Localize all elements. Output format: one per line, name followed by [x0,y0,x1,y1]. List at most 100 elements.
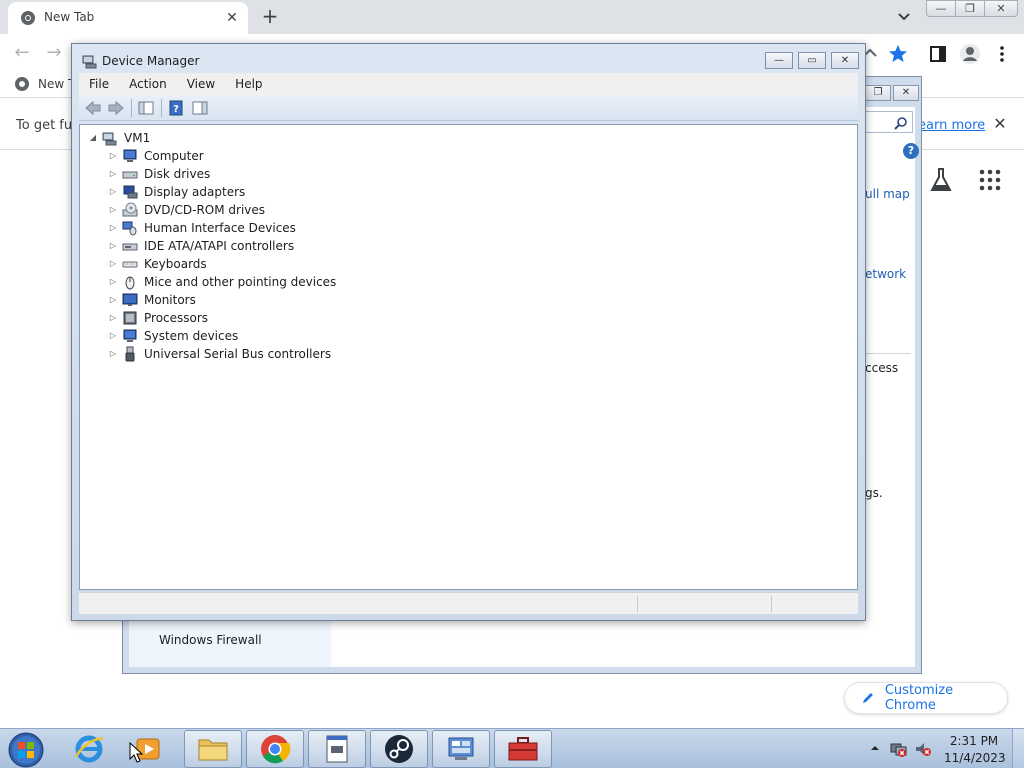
tree-node-display-adapters[interactable]: ▷ Display adapters [108,183,245,201]
tree-node-disk-drives[interactable]: ▷ Disk drives [108,165,210,183]
tab-search-chevron-icon[interactable] [894,8,914,26]
bg-search-box[interactable] [865,111,913,133]
internet-explorer-taskbar-button[interactable] [60,730,118,768]
node-label: Mice and other pointing devices [144,275,337,289]
file-explorer-taskbar-button[interactable] [184,730,242,768]
windows-firewall-link[interactable]: Windows Firewall [159,633,262,647]
disk-drive-icon [122,171,138,179]
node-label: DVD/CD-ROM drives [144,203,266,217]
toolbox-taskbar-button[interactable] [494,730,552,768]
start-orb-icon[interactable] [6,731,46,768]
clock-date[interactable]: 11/4/2023 [944,751,1006,765]
back-arrow-icon[interactable]: ← [10,42,34,66]
status-bar [79,592,858,614]
tab-strip: New Tab ✕ + — ❐ ✕ [0,0,1024,34]
folder-icon [198,739,228,761]
collapse-triangle-icon[interactable]: ◢ [88,133,98,143]
tree-node-keyboards[interactable]: ▷ Keyboards [108,255,207,273]
tree-node-monitors[interactable]: ▷ Monitors [108,291,196,309]
back-icon[interactable] [84,99,102,117]
bg-restore-icon[interactable]: ❐ [865,85,891,101]
tree-node-usb-controllers[interactable]: ▷ Universal Serial Bus controllers [108,345,331,363]
expand-triangle-icon[interactable]: ▷ [108,295,118,305]
tree-node-processors[interactable]: ▷ Processors [108,309,208,327]
node-label: Processors [144,311,209,325]
notepad-taskbar-button[interactable] [308,730,366,768]
control-panel-taskbar-button[interactable] [432,730,490,768]
bg-divider [865,353,911,354]
bookmark-star-icon[interactable] [886,42,910,66]
steam-taskbar-button[interactable] [370,730,428,768]
restore-icon[interactable]: ❐ [955,0,985,17]
tree-root-node[interactable]: ◢ VM1 [88,129,150,147]
expand-triangle-icon[interactable]: ▷ [108,205,118,215]
close-tab-icon[interactable]: ✕ [222,8,242,28]
show-hidden-icons-icon[interactable] [870,743,880,753]
infobar-close-icon[interactable]: ✕ [990,114,1010,134]
show-hide-console-tree-icon[interactable] [137,99,155,117]
expand-triangle-icon[interactable]: ▷ [108,187,118,197]
root-label: VM1 [124,131,151,145]
expand-triangle-icon[interactable]: ▷ [108,241,118,251]
tree-node-system-devices[interactable]: ▷ System devices [108,327,238,345]
dm-minimize-icon[interactable]: — [765,52,793,69]
network-error-icon[interactable] [890,741,908,757]
bg-close-icon[interactable]: ✕ [893,85,919,101]
steam-icon [385,735,413,763]
help-book-icon[interactable]: ? [167,99,185,117]
chrome-labs-flask-icon[interactable] [928,166,954,194]
bookmark-item[interactable]: New T [14,76,75,92]
learn-more-link[interactable]: earn more [918,118,985,133]
close-window-icon[interactable]: ✕ [984,0,1018,17]
forward-icon[interactable] [107,99,125,117]
profile-avatar-icon[interactable] [958,42,982,66]
node-label: Computer [144,149,204,163]
volume-muted-icon[interactable] [914,741,932,757]
media-player-taskbar-button[interactable] [118,730,176,768]
dm-toolbar: ? [79,95,858,121]
help-icon[interactable]: ? [903,143,919,159]
expand-triangle-icon[interactable]: ▷ [108,259,118,269]
expand-triangle-icon[interactable]: ▷ [108,331,118,341]
chrome-taskbar-button[interactable] [246,730,304,768]
customize-chrome-button[interactable]: Customize Chrome [844,682,1008,714]
tree-node-computer[interactable]: ▷ Computer [108,147,204,165]
side-panel-icon[interactable] [926,42,950,66]
node-label: System devices [144,329,239,343]
tree-node-ide-controllers[interactable]: ▷ IDE ATA/ATAPI controllers [108,237,294,255]
tree-node-hid[interactable]: ▷ Human Interface Devices [108,219,296,237]
minimize-icon[interactable]: — [926,0,956,17]
expand-triangle-icon[interactable]: ▷ [108,349,118,359]
kebab-menu-icon[interactable] [990,42,1014,66]
menu-help[interactable]: Help [225,73,272,95]
new-tab-button[interactable]: + [258,4,282,28]
chrome-caption-buttons: — ❐ ✕ [926,0,1018,18]
tree-node-mice[interactable]: ▷ Mice and other pointing devices [108,273,336,291]
full-map-link[interactable]: ull map [865,187,910,201]
tab-new-tab[interactable]: New Tab ✕ [8,2,248,34]
clock-time[interactable]: 2:31 PM [946,734,1002,748]
google-apps-grid-icon[interactable] [978,168,1002,192]
pencil-icon [862,693,873,703]
forward-arrow-icon[interactable]: → [42,42,66,66]
mouse-icon [125,276,135,290]
menu-file[interactable]: File [79,73,119,95]
show-desktop-button[interactable] [1012,729,1024,768]
infobar-message: To get fut [16,118,76,133]
menu-view[interactable]: View [177,73,225,95]
expand-triangle-icon[interactable]: ▷ [108,277,118,287]
chrome-icon [261,735,291,764]
dm-maximize-icon[interactable]: ▭ [798,52,826,69]
dm-close-icon[interactable]: ✕ [831,52,859,69]
tree-node-dvd-drives[interactable]: ▷ DVD/CD-ROM drives [108,201,265,219]
globe-icon [15,77,29,91]
expand-triangle-icon[interactable]: ▷ [108,169,118,179]
expand-triangle-icon[interactable]: ▷ [108,313,118,323]
expand-triangle-icon[interactable]: ▷ [108,223,118,233]
bg-caption-buttons: ❐ ✕ [863,85,919,101]
menu-action[interactable]: Action [119,73,177,95]
network-link[interactable]: etwork [865,267,906,281]
show-hide-action-pane-icon[interactable] [191,99,209,117]
expand-triangle-icon[interactable]: ▷ [108,151,118,161]
node-label: Human Interface Devices [144,221,296,235]
